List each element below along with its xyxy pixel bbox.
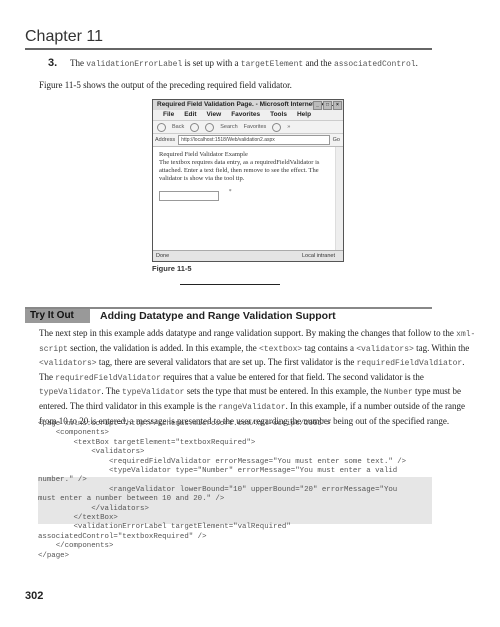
chapter-header: Chapter 11 bbox=[25, 28, 432, 50]
favorites-label: Favorites bbox=[243, 124, 267, 130]
back-icon bbox=[157, 122, 166, 132]
menu-view: View bbox=[206, 111, 222, 118]
inline-code: typeValidator bbox=[122, 388, 185, 398]
status-left: Done bbox=[156, 253, 170, 259]
address-field: http://localhost:1518/Web/validation2.as… bbox=[178, 135, 330, 145]
close-icon: × bbox=[333, 101, 342, 110]
section-title: Adding Datatype and Range Validation Sup… bbox=[100, 310, 336, 322]
browser-statusbar: Done Local intranet bbox=[153, 250, 343, 261]
browser-addressbar: Address http://localhost:1518/Web/valida… bbox=[153, 134, 343, 147]
required-marker: * bbox=[228, 189, 232, 195]
minimize-icon: _ bbox=[313, 101, 322, 110]
paragraph-text: tag, there are several validators that a… bbox=[96, 357, 357, 368]
viewport-text: The textbox requires data entry, as a re… bbox=[159, 159, 320, 182]
inline-code: typeValidator bbox=[39, 388, 102, 398]
page-number: 302 bbox=[25, 590, 44, 602]
code-line: </textBox> bbox=[38, 514, 118, 523]
inline-code: <validators> bbox=[39, 359, 97, 369]
browser-titlebar: Required Field Validation Page. - Micros… bbox=[153, 100, 343, 110]
inline-code: targetElement bbox=[240, 60, 304, 69]
inline-code: <validators> bbox=[356, 344, 414, 354]
back-label: Back bbox=[172, 124, 185, 130]
browser-menubar: File Edit View Favorites Tools Help bbox=[153, 110, 343, 121]
body-paragraph: The next step in this example adds datat… bbox=[39, 327, 479, 427]
code-line: <rangeValidator lowerBound="10" upperBou… bbox=[38, 485, 398, 494]
inline-code: requiredFieldValidator bbox=[55, 373, 161, 383]
figure-caption: Figure 11-5 bbox=[152, 264, 192, 273]
refresh-icon bbox=[205, 122, 215, 132]
code-line: <components> bbox=[38, 429, 109, 438]
viewport-heading: Required Field Validator Example bbox=[159, 151, 248, 158]
paragraph-text: tag contains a bbox=[302, 342, 357, 353]
code-line: </components> bbox=[38, 542, 114, 551]
code-line: <validationErrorLabel targetElement="val… bbox=[38, 523, 291, 532]
paragraph-text: section, the validation is added. In thi… bbox=[67, 342, 260, 353]
browser-screenshot: Required Field Validation Page. - Micros… bbox=[152, 99, 344, 262]
menu-edit: Edit bbox=[184, 111, 197, 118]
paragraph-text: . The bbox=[101, 386, 123, 397]
step-text: and the bbox=[303, 58, 334, 68]
paragraph-text: sets the type that must be entered. In t… bbox=[184, 386, 384, 397]
code-line: associatedControl="textboxRequired" /> bbox=[38, 532, 207, 541]
step-3: 3. The validationErrorLabel is set up wit… bbox=[48, 57, 418, 69]
step-number: 3. bbox=[48, 57, 58, 69]
inline-code: rangeValidator bbox=[218, 402, 286, 412]
browser-scrollbar bbox=[335, 147, 343, 250]
required-textbox bbox=[159, 191, 219, 201]
menu-tools: Tools bbox=[270, 111, 287, 118]
code-listing: <page xmlns:script="http://schemas.micro… bbox=[38, 420, 432, 561]
menu-help: Help bbox=[296, 111, 312, 118]
try-it-out-header: Try It Out Adding Datatype and Range Val… bbox=[25, 307, 432, 323]
code-line: <page xmlns:script="http://schemas.micro… bbox=[38, 420, 331, 428]
inline-code: associatedControl bbox=[333, 60, 416, 69]
code-line: <requiredFieldValidator errorMessage="Yo… bbox=[38, 457, 407, 466]
code-line: </validators> bbox=[38, 504, 149, 513]
window-buttons: _ □ × bbox=[313, 101, 342, 110]
address-label: Address bbox=[155, 137, 176, 143]
maximize-icon: □ bbox=[323, 101, 332, 110]
inline-code: <textbox> bbox=[259, 344, 303, 354]
code-line: <typeValidator type="Number" errorMessag… bbox=[38, 467, 398, 476]
browser-toolbar: Back Search Favorites » bbox=[153, 121, 343, 134]
forward-icon bbox=[190, 122, 200, 132]
inline-code: Number bbox=[383, 388, 413, 398]
code-line: </page> bbox=[38, 551, 70, 560]
go-button: Go bbox=[332, 137, 340, 143]
browser-viewport: Required Field Validator Example The tex… bbox=[153, 147, 335, 250]
inline-code: requiredFieldValdiator bbox=[356, 359, 463, 369]
try-it-out-label: Try It Out bbox=[25, 309, 90, 323]
history-icon bbox=[272, 122, 282, 132]
paragraph-text: The next step in this example adds datat… bbox=[39, 328, 457, 338]
intro-paragraph: Figure 11-5 shows the output of the prec… bbox=[39, 80, 292, 90]
step-text: . bbox=[415, 58, 418, 68]
status-zone: Local intranet bbox=[301, 253, 335, 259]
menu-favorites: Favorites bbox=[231, 111, 261, 118]
paragraph-text: requires that a value be entered for tha… bbox=[160, 371, 424, 382]
step-text: is set up with a bbox=[182, 58, 241, 68]
menu-file: File bbox=[163, 111, 175, 118]
code-line: <textBox targetElement="textboxRequired"… bbox=[38, 438, 256, 447]
paragraph-text: tag. Within the bbox=[413, 342, 470, 353]
step-text: The bbox=[70, 58, 87, 68]
code-line: must enter a number between 10 and 20." … bbox=[38, 495, 225, 504]
browser-title: Required Field Validation Page. - Micros… bbox=[157, 101, 334, 108]
code-line: number." /> bbox=[38, 476, 87, 485]
search-label: Search bbox=[220, 124, 238, 130]
caption-divider bbox=[180, 284, 280, 286]
more-icon: » bbox=[287, 124, 291, 130]
code-line: <validators> bbox=[38, 448, 145, 457]
inline-code: validationErrorLabel bbox=[86, 60, 183, 69]
